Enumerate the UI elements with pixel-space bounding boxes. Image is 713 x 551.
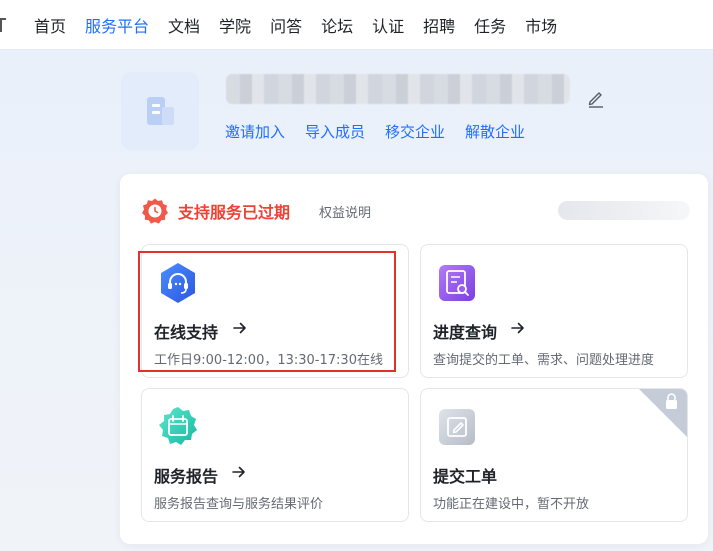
nav-item-qa[interactable]: 问答 bbox=[270, 13, 302, 37]
lock-icon bbox=[639, 389, 687, 437]
tile-title: 提交工单 bbox=[433, 467, 498, 486]
service-expired-title: 支持服务已过期 bbox=[178, 203, 291, 222]
import-members-link[interactable]: 导入成员 bbox=[305, 121, 365, 142]
rights-description-link[interactable]: 权益说明 bbox=[319, 202, 371, 221]
nav-item-academy[interactable]: 学院 bbox=[219, 13, 251, 37]
nav-item-jobs[interactable]: 招聘 bbox=[423, 13, 455, 37]
edit-ticket-icon bbox=[439, 409, 475, 445]
headset-icon bbox=[161, 263, 195, 303]
document-search-icon bbox=[439, 265, 475, 301]
nav-item-home[interactable]: 首页 bbox=[34, 13, 66, 37]
pencil-icon[interactable] bbox=[586, 88, 606, 108]
arrow-right-icon bbox=[511, 322, 524, 334]
org-name-redacted bbox=[226, 74, 570, 104]
arrow-right-icon bbox=[232, 466, 245, 478]
tile-title: 在线支持 bbox=[154, 323, 219, 342]
tile-description: 服务报告查询与服务结果评价 bbox=[154, 497, 324, 512]
tile-title: 进度查询 bbox=[433, 323, 498, 342]
nav-item-certification[interactable]: 认证 bbox=[372, 13, 404, 37]
transfer-org-link[interactable]: 移交企业 bbox=[385, 121, 445, 142]
building-icon bbox=[147, 97, 174, 125]
invite-join-link[interactable]: 邀请加入 bbox=[225, 121, 285, 142]
org-logo bbox=[121, 72, 199, 150]
nav-edge-fragment bbox=[0, 18, 6, 32]
nav-item-tasks[interactable]: 任务 bbox=[474, 13, 506, 37]
tile-description: 工作日9:00-12:00，13:30-17:30在线 bbox=[154, 353, 383, 368]
tile-progress-query[interactable]: 进度查询 查询提交的工单、需求、问题处理进度 bbox=[420, 244, 688, 378]
tile-online-support[interactable]: 在线支持 工作日9:00-12:00，13:30-17:30在线 bbox=[141, 244, 409, 378]
org-actions: 邀请加入 导入成员 移交企业 解散企业 bbox=[225, 121, 545, 142]
nav-item-service-platform[interactable]: 服务平台 bbox=[85, 13, 149, 37]
redacted-pill bbox=[558, 201, 690, 220]
tile-description: 查询提交的工单、需求、问题处理进度 bbox=[433, 353, 655, 368]
nav-item-forum[interactable]: 论坛 bbox=[321, 13, 353, 37]
tile-service-report[interactable]: 服务报告 服务报告查询与服务结果评价 bbox=[141, 388, 409, 522]
top-nav: 首页 服务平台 文档 学院 问答 论坛 认证 招聘 任务 市场 bbox=[0, 0, 713, 50]
tile-description: 功能正在建设中，暂不开放 bbox=[433, 497, 590, 512]
nav-items: 首页 服务平台 文档 学院 问答 论坛 认证 招聘 任务 市场 bbox=[34, 0, 576, 50]
clock-badge-icon bbox=[142, 198, 168, 224]
arrow-right-icon bbox=[233, 322, 246, 334]
tile-submit-ticket[interactable]: 提交工单 功能正在建设中，暂不开放 bbox=[420, 388, 688, 522]
dissolve-org-link[interactable]: 解散企业 bbox=[465, 121, 525, 142]
nav-item-market[interactable]: 市场 bbox=[525, 13, 557, 37]
tile-title: 服务报告 bbox=[154, 467, 219, 486]
nav-item-docs[interactable]: 文档 bbox=[168, 13, 200, 37]
calendar-report-icon bbox=[159, 407, 197, 445]
